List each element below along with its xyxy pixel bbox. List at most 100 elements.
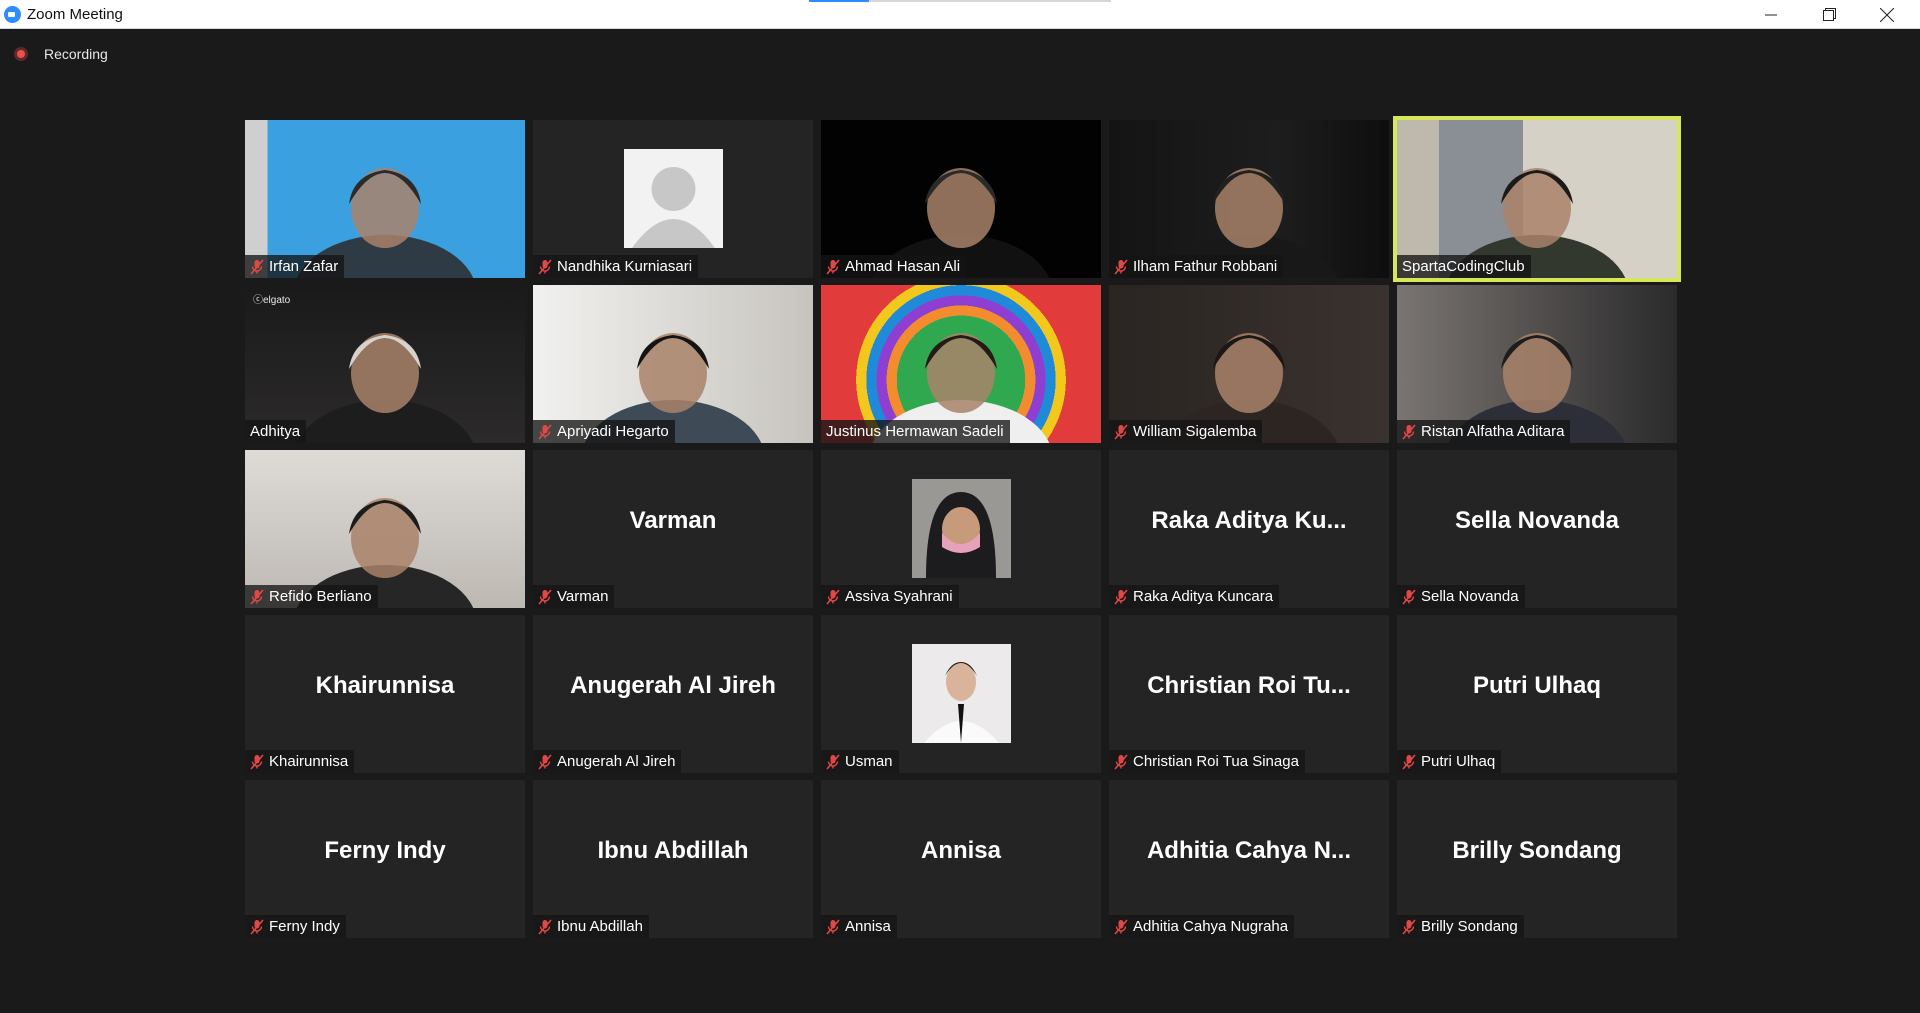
participant-name: Sella Novanda	[1421, 588, 1519, 605]
participant-name: Ferny Indy	[269, 918, 340, 935]
participant-name: Adhitia Cahya Nugraha	[1133, 918, 1289, 935]
participant-name: Anugerah Al Jireh	[557, 753, 676, 770]
participant-name-plate: Refido Berliano	[245, 585, 378, 608]
zoom-logo-icon	[4, 6, 21, 23]
muted-microphone-icon	[250, 259, 264, 275]
window-title: Zoom Meeting	[27, 6, 123, 23]
participant-name: Brilly Sondang	[1421, 918, 1518, 935]
participant-tile[interactable]: SpartaCodingClub	[1393, 116, 1681, 282]
recording-indicator[interactable]: Recording	[14, 44, 108, 64]
participant-display-name: Adhitia Cahya N...	[1146, 837, 1352, 864]
participant-display-name: Anugerah Al Jireh	[570, 672, 776, 699]
participant-name: Refido Berliano	[269, 588, 372, 605]
muted-microphone-icon	[1402, 919, 1416, 935]
minimize-icon	[1765, 14, 1777, 15]
participant-display-name: Khairunnisa	[315, 672, 455, 699]
muted-microphone-icon	[1114, 754, 1128, 770]
participant-display-name: Christian Roi Tu...	[1147, 672, 1351, 699]
title-bar: Zoom Meeting	[0, 0, 1920, 29]
participant-name: SpartaCodingClub	[1402, 258, 1525, 275]
muted-microphone-icon	[1114, 589, 1128, 605]
participant-tile[interactable]: William Sigalemba	[1109, 285, 1389, 443]
participant-tile[interactable]: ⓒelgato Adhitya	[245, 285, 525, 443]
title-tab-indicator	[809, 0, 869, 2]
participant-name: Varman	[557, 588, 609, 605]
participant-tile[interactable]: Ahmad Hasan Ali	[821, 120, 1101, 278]
participant-display-name: Varman	[629, 507, 717, 534]
participant-tile[interactable]: Brilly Sondang Brilly Sondang	[1397, 780, 1677, 938]
muted-microphone-icon	[538, 424, 552, 440]
muted-microphone-icon	[1114, 424, 1128, 440]
muted-microphone-icon	[826, 754, 840, 770]
participant-tile[interactable]: Refido Berliano	[245, 450, 525, 608]
participant-tile[interactable]: Varman Varman	[533, 450, 813, 608]
participant-tile[interactable]: Raka Aditya Ku... Raka Aditya Kuncara	[1109, 450, 1389, 608]
participant-name-plate: Ristan Alfatha Aditara	[1397, 420, 1571, 443]
participant-name: Assiva Syahrani	[845, 588, 953, 605]
participant-name: Putri Ulhaq	[1421, 753, 1496, 770]
participant-name: William Sigalemba	[1133, 423, 1257, 440]
participant-name: Ilham Fathur Robbani	[1133, 258, 1278, 275]
muted-microphone-icon	[538, 259, 552, 275]
title-tab-track	[869, 0, 1111, 2]
participant-name-plate: Annisa	[821, 915, 897, 938]
participant-name: Christian Roi Tua Sinaga	[1133, 753, 1299, 770]
participant-tile[interactable]: Adhitia Cahya N... Adhitia Cahya Nugraha	[1109, 780, 1389, 938]
participant-tile[interactable]: Ibnu Abdillah Ibnu Abdillah	[533, 780, 813, 938]
participant-name-plate: Ilham Fathur Robbani	[1109, 255, 1284, 278]
participant-tile[interactable]: Usman	[821, 615, 1101, 773]
minimize-button[interactable]	[1742, 0, 1800, 29]
participant-tile[interactable]: Apriyadi Hegarto	[533, 285, 813, 443]
participant-name-plate: Sella Novanda	[1397, 585, 1525, 608]
participant-name: Ibnu Abdillah	[557, 918, 643, 935]
participant-tile[interactable]: Justinus Hermawan Sadeli	[821, 285, 1101, 443]
muted-microphone-icon	[826, 589, 840, 605]
participant-name: Irfan Zafar	[269, 258, 339, 275]
camera-brand-watermark: ⓒelgato	[253, 295, 291, 306]
participant-name: Justinus Hermawan Sadeli	[826, 423, 1004, 440]
muted-microphone-icon	[1114, 259, 1128, 275]
participant-name: Annisa	[845, 918, 891, 935]
muted-microphone-icon	[1402, 424, 1416, 440]
restore-icon	[1822, 8, 1836, 21]
participant-name-plate: Raka Aditya Kuncara	[1109, 585, 1280, 608]
participant-tile[interactable]: Putri Ulhaq Putri Ulhaq	[1397, 615, 1677, 773]
participant-display-name: Ferny Indy	[324, 837, 446, 864]
participant-name-plate: Irfan Zafar	[245, 255, 345, 278]
participant-name: Ahmad Hasan Ali	[845, 258, 961, 275]
muted-microphone-icon	[250, 589, 264, 605]
participant-tile[interactable]: Ferny Indy Ferny Indy	[245, 780, 525, 938]
participant-name: Usman	[845, 753, 893, 770]
participant-display-name: Sella Novanda	[1454, 507, 1620, 534]
participant-tile[interactable]: Nandhika Kurniasari	[533, 120, 813, 278]
participant-name-plate: William Sigalemba	[1109, 420, 1263, 443]
participant-tile[interactable]: Sella Novanda Sella Novanda	[1397, 450, 1677, 608]
participant-tile[interactable]: Khairunnisa Khairunnisa	[245, 615, 525, 773]
muted-microphone-icon	[826, 919, 840, 935]
participant-name-plate: Anugerah Al Jireh	[533, 750, 682, 773]
participant-name: Ristan Alfatha Aditara	[1421, 423, 1565, 440]
participant-name-plate: Assiva Syahrani	[821, 585, 959, 608]
participant-display-name: Annisa	[920, 837, 1001, 864]
participant-tile[interactable]: Irfan Zafar	[245, 120, 525, 278]
participant-name-plate: Ferny Indy	[245, 915, 346, 938]
muted-microphone-icon	[1114, 919, 1128, 935]
muted-microphone-icon	[1402, 589, 1416, 605]
participant-tile[interactable]: Christian Roi Tu... Christian Roi Tua Sin…	[1109, 615, 1389, 773]
participant-display-name: Brilly Sondang	[1452, 837, 1622, 864]
close-button[interactable]	[1858, 0, 1916, 29]
participant-name: Nandhika Kurniasari	[557, 258, 693, 275]
recording-dot-icon	[14, 47, 28, 61]
participant-tile[interactable]: Anugerah Al Jireh Anugerah Al Jireh	[533, 615, 813, 773]
close-icon	[1880, 7, 1894, 22]
participant-name-plate: SpartaCodingClub	[1397, 255, 1531, 278]
participant-name-plate: Nandhika Kurniasari	[533, 255, 699, 278]
participant-tile[interactable]: Assiva Syahrani	[821, 450, 1101, 608]
participant-tile[interactable]: Ristan Alfatha Aditara	[1397, 285, 1677, 443]
participant-name-plate: Ibnu Abdillah	[533, 915, 649, 938]
participant-tile[interactable]: Annisa Annisa	[821, 780, 1101, 938]
participant-tile[interactable]: Ilham Fathur Robbani	[1109, 120, 1389, 278]
recording-label: Recording	[44, 46, 108, 62]
participant-name-plate: Apriyadi Hegarto	[533, 420, 675, 443]
restore-button[interactable]	[1800, 0, 1858, 29]
